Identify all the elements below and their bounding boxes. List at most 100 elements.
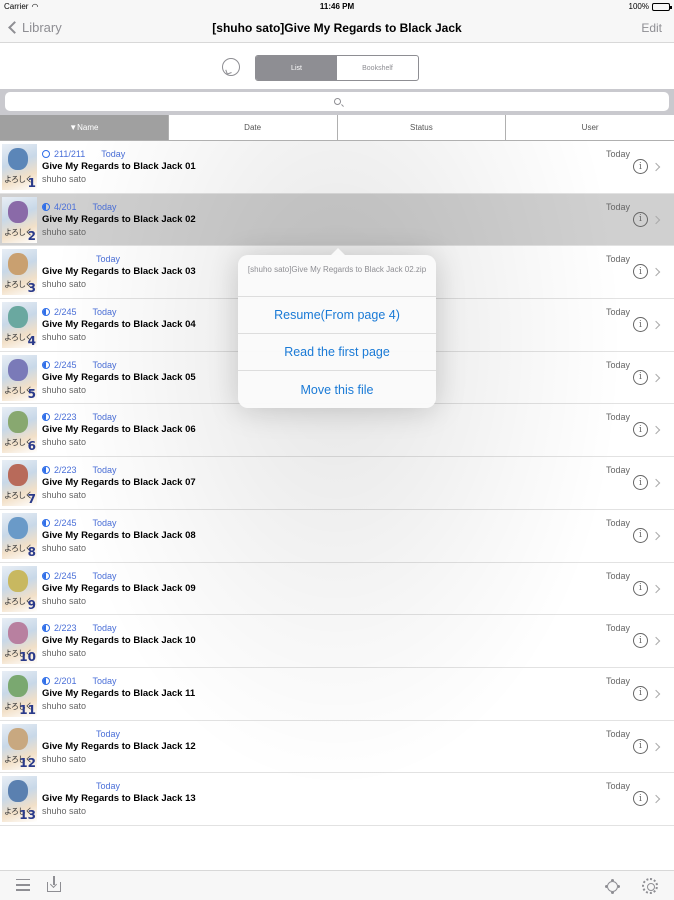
row-date: Today — [605, 307, 630, 318]
download-icon[interactable] — [47, 876, 61, 892]
progress-text: 2/245 — [54, 359, 77, 370]
progress-text: 2/201 — [54, 675, 77, 686]
list-item[interactable]: よろしく 7 2/223 Today Give My Regards to Black … — [0, 457, 674, 510]
read-progress: 2/223 — [42, 623, 77, 633]
row-title: Give My Regards to Black Jack 09 — [42, 582, 196, 594]
row-time: Today — [92, 307, 117, 318]
cover-volume-number: 4 — [27, 334, 36, 349]
page-title: [shuho sato]Give My Regards to Black Jac… — [212, 21, 462, 35]
search-input[interactable] — [5, 92, 669, 111]
info-icon[interactable]: i — [633, 422, 648, 438]
row-time: Today — [92, 465, 117, 476]
cover-thumbnail: よろしく 6 — [2, 407, 37, 454]
cover-art — [8, 306, 28, 329]
read-progress: 2/223 — [42, 465, 77, 475]
segment-bookshelf[interactable]: Bookshelf — [337, 56, 418, 80]
progress-pie-icon — [42, 308, 50, 317]
read-progress: 2/245 — [42, 307, 77, 317]
list-item[interactable]: よろしく 8 2/245 Today Give My Regards to Black … — [0, 509, 674, 563]
progress-text: 211/211 — [54, 149, 86, 159]
battery-indicator: 100% — [628, 2, 672, 11]
bottom-toolbar — [0, 870, 674, 900]
progress-pie-icon — [42, 518, 50, 527]
info-icon[interactable]: i — [633, 211, 648, 227]
info-icon[interactable]: i — [633, 264, 648, 280]
battery-percent: 100% — [628, 2, 649, 11]
row-author: shuho sato — [42, 542, 87, 553]
resume-button[interactable]: Resume(From page 4) — [238, 297, 436, 334]
view-mode-segment: List Bookshelf — [255, 55, 419, 81]
cover-volume-number: 3 — [27, 281, 36, 296]
move-file-button[interactable]: Move this file — [238, 371, 436, 408]
list-item[interactable]: よろしく 2 4/201 Today Give My Regards to Black … — [0, 193, 674, 247]
list-item[interactable]: よろしく 9 2/245 Today Give My Regards to Black … — [0, 562, 674, 616]
sort-date-button[interactable]: Date — [167, 115, 337, 140]
info-icon[interactable]: i — [633, 738, 648, 754]
edit-button[interactable]: Edit — [641, 21, 662, 35]
list-item[interactable]: よろしく 12 Today Give My Regards to Black Jack… — [0, 720, 674, 774]
info-icon[interactable]: i — [633, 580, 648, 596]
file-list: よろしく 1 211/211 Today Give My Regards to Blac… — [0, 141, 674, 826]
row-time: Today — [92, 201, 117, 212]
info-icon[interactable]: i — [633, 317, 648, 333]
sort-user-button[interactable]: User — [505, 115, 674, 140]
read-progress: 4/201 — [42, 202, 77, 212]
read-first-page-button[interactable]: Read the first page — [238, 334, 436, 371]
row-title: Give My Regards to Black Jack 01 — [42, 161, 196, 172]
info-icon[interactable]: i — [633, 159, 648, 174]
row-author: shuho sato — [42, 700, 87, 711]
progress-text: 2/223 — [54, 412, 77, 423]
chevron-right-icon — [651, 215, 661, 224]
segment-list[interactable]: List — [256, 56, 337, 80]
gear-icon[interactable] — [642, 878, 658, 894]
row-author: shuho sato — [42, 806, 87, 817]
row-date: Today — [605, 517, 630, 528]
popover-arrow — [330, 248, 346, 256]
cover-art — [8, 516, 28, 539]
info-icon[interactable]: i — [633, 475, 648, 491]
refresh-icon[interactable] — [222, 58, 240, 76]
row-author: shuho sato — [42, 595, 87, 606]
row-author: shuho sato — [42, 174, 87, 184]
list-item[interactable]: よろしく 1 211/211 Today Give My Regards to Blac… — [0, 141, 674, 194]
cover-volume-number: 5 — [27, 386, 36, 401]
list-icon[interactable] — [16, 879, 30, 893]
row-title: Give My Regards to Black Jack 03 — [42, 266, 196, 278]
row-author: shuho sato — [42, 437, 87, 448]
chevron-right-icon — [651, 162, 661, 172]
cover-thumbnail: よろしく 12 — [2, 723, 37, 770]
info-icon[interactable]: i — [633, 527, 648, 543]
cover-art — [8, 674, 28, 697]
list-item[interactable]: よろしく 10 2/223 Today Give My Regards to Black… — [0, 615, 674, 668]
list-item[interactable]: よろしく 13 Today Give My Regards to Black Jack… — [0, 773, 674, 826]
row-title: Give My Regards to Black Jack 04 — [42, 319, 196, 331]
list-item[interactable]: よろしく 6 2/223 Today Give My Regards to Black … — [0, 404, 674, 458]
cover-volume-number: 6 — [27, 439, 36, 454]
info-icon[interactable]: i — [633, 685, 648, 701]
list-item[interactable]: よろしく 11 2/201 Today Give My Regards to Black… — [0, 667, 674, 721]
cover-thumbnail: よろしく 10 — [2, 618, 37, 665]
chevron-right-icon — [651, 373, 661, 382]
row-time: Today — [92, 412, 117, 423]
sort-status-button[interactable]: Status — [336, 115, 506, 140]
cover-art — [8, 780, 28, 803]
cover-volume-number: 9 — [27, 597, 36, 612]
row-time: Today — [92, 517, 117, 528]
brightness-icon[interactable] — [607, 881, 618, 892]
row-title: Give My Regards to Black Jack 12 — [42, 740, 196, 752]
popover-title: [shuho sato]Give My Regards to Black Jac… — [238, 255, 436, 297]
row-title: Give My Regards to Black Jack 05 — [42, 371, 196, 383]
chevron-right-icon — [651, 689, 661, 699]
cover-thumbnail: よろしく 11 — [2, 670, 37, 717]
cover-thumbnail: よろしく 4 — [2, 302, 37, 349]
info-icon[interactable]: i — [633, 791, 648, 807]
row-time: Today — [92, 675, 117, 686]
info-icon[interactable]: i — [633, 633, 648, 649]
status-time: 11:46 PM — [319, 2, 355, 11]
cover-volume-number: 12 — [19, 755, 36, 770]
info-icon[interactable]: i — [633, 369, 648, 385]
sort-name-button[interactable]: ▼Name — [0, 115, 168, 140]
search-icon — [333, 98, 341, 105]
chevron-right-icon — [651, 478, 661, 488]
cover-art — [8, 569, 28, 592]
